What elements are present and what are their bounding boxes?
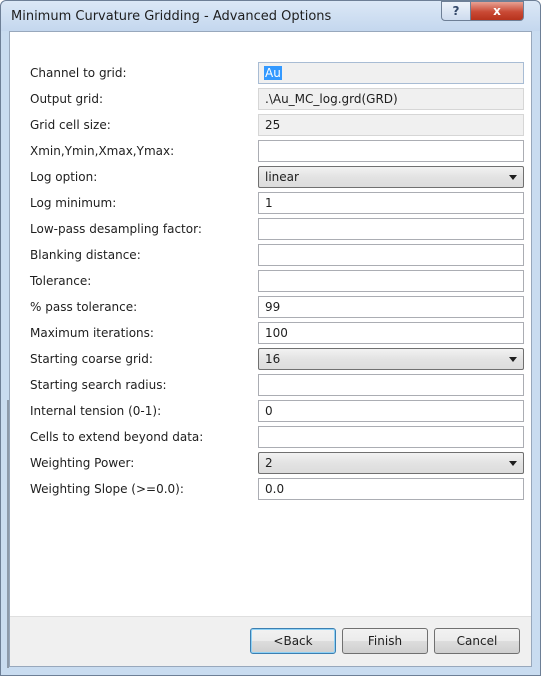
output-grid-field: .\Au_MC_log.grd(GRD) — [258, 88, 524, 110]
blanking-distance-label: Blanking distance: — [30, 248, 141, 262]
channel-to-grid-label: Channel to grid: — [30, 66, 127, 80]
low-pass-factor-label: Low-pass desampling factor: — [30, 222, 202, 236]
close-button[interactable]: x — [470, 1, 524, 21]
chevron-down-icon — [509, 357, 517, 362]
log-option-label: Log option: — [30, 170, 98, 184]
coarse-grid-label: Starting coarse grid: — [30, 352, 153, 366]
pass-tolerance-label: % pass tolerance: — [30, 300, 138, 314]
grid-cell-size-field: 25 — [258, 114, 524, 136]
log-minimum-input[interactable]: 1 — [258, 192, 524, 214]
row-internal-tension: Internal tension (0-1): 0 — [10, 400, 531, 422]
row-cells-extend: Cells to extend beyond data: — [10, 426, 531, 448]
tolerance-input[interactable] — [258, 270, 524, 292]
weighting-power-select[interactable]: 2 — [258, 452, 524, 474]
close-icon: x — [493, 4, 501, 18]
button-bar: <Back Finish Cancel — [10, 616, 531, 666]
weighting-slope-label: Weighting Slope (>=0.0): — [30, 482, 184, 496]
output-grid-label: Output grid: — [30, 92, 104, 106]
row-log-minimum: Log minimum: 1 — [10, 192, 531, 214]
weighting-power-label: Weighting Power: — [30, 456, 135, 470]
channel-to-grid-combo[interactable]: Au — [258, 62, 524, 84]
max-iterations-input[interactable]: 100 — [258, 322, 524, 344]
log-option-value: linear — [265, 170, 299, 184]
help-button[interactable]: ? — [441, 1, 471, 21]
grid-cell-size-label: Grid cell size: — [30, 118, 111, 132]
max-iterations-label: Maximum iterations: — [30, 326, 154, 340]
help-icon: ? — [452, 4, 460, 18]
tolerance-label: Tolerance: — [30, 274, 92, 288]
row-weighting-power: Weighting Power: 2 — [10, 452, 531, 474]
row-log-option: Log option: linear — [10, 166, 531, 188]
row-search-radius: Starting search radius: — [10, 374, 531, 396]
extents-label: Xmin,Ymin,Xmax,Ymax: — [30, 144, 175, 158]
dialog-body: Channel to grid: Au Output grid: .\Au_MC… — [7, 31, 532, 668]
search-radius-label: Starting search radius: — [30, 378, 167, 392]
chevron-down-icon — [509, 461, 517, 466]
cells-extend-input[interactable] — [258, 426, 524, 448]
row-output-grid: Output grid: .\Au_MC_log.grd(GRD) — [10, 88, 531, 110]
finish-button[interactable]: Finish — [342, 628, 428, 654]
low-pass-factor-input[interactable] — [258, 218, 524, 240]
log-minimum-label: Log minimum: — [30, 196, 117, 210]
chevron-down-icon — [509, 175, 517, 180]
title-bar[interactable]: Minimum Curvature Gridding - Advanced Op… — [1, 1, 540, 31]
window-title: Minimum Curvature Gridding - Advanced Op… — [11, 9, 332, 24]
weighting-power-value: 2 — [265, 456, 273, 470]
dialog-window: Minimum Curvature Gridding - Advanced Op… — [0, 0, 541, 676]
internal-tension-label: Internal tension (0-1): — [30, 404, 162, 418]
row-coarse-grid: Starting coarse grid: 16 — [10, 348, 531, 370]
log-option-select[interactable]: linear — [258, 166, 524, 188]
search-radius-input[interactable] — [258, 374, 524, 396]
window-edge-divider — [7, 400, 9, 668]
row-extents: Xmin,Ymin,Xmax,Ymax: — [10, 140, 531, 162]
internal-tension-input[interactable]: 0 — [258, 400, 524, 422]
row-low-pass-factor: Low-pass desampling factor: — [10, 218, 531, 240]
row-channel-to-grid: Channel to grid: Au — [10, 62, 531, 84]
row-max-iterations: Maximum iterations: 100 — [10, 322, 531, 344]
coarse-grid-value: 16 — [265, 352, 281, 366]
row-blanking-distance: Blanking distance: — [10, 244, 531, 266]
pass-tolerance-input[interactable]: 99 — [258, 296, 524, 318]
back-button[interactable]: <Back — [250, 628, 336, 654]
extents-input[interactable] — [258, 140, 524, 162]
weighting-slope-input[interactable]: 0.0 — [258, 478, 524, 500]
coarse-grid-select[interactable]: 16 — [258, 348, 524, 370]
row-tolerance: Tolerance: — [10, 270, 531, 292]
cancel-button[interactable]: Cancel — [434, 628, 520, 654]
row-pass-tolerance: % pass tolerance: 99 — [10, 296, 531, 318]
channel-to-grid-value: Au — [264, 66, 282, 80]
row-grid-cell-size: Grid cell size: 25 — [10, 114, 531, 136]
cells-extend-label: Cells to extend beyond data: — [30, 430, 204, 444]
blanking-distance-input[interactable] — [258, 244, 524, 266]
row-weighting-slope: Weighting Slope (>=0.0): 0.0 — [10, 478, 531, 500]
